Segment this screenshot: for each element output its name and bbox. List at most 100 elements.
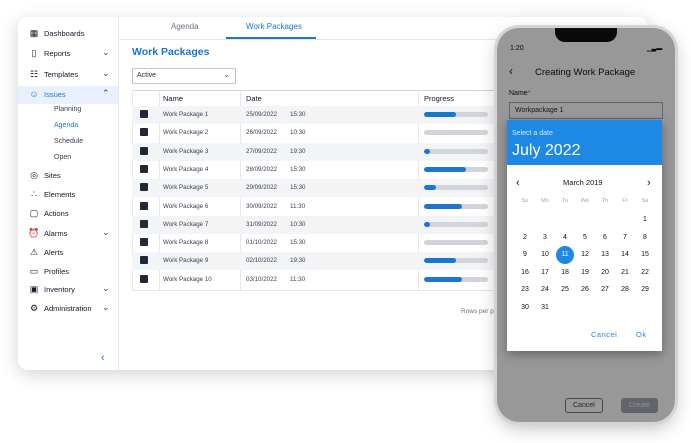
calendar-day[interactable]: 26: [576, 281, 594, 299]
calendar-day[interactable]: 5: [576, 229, 594, 247]
select-date-label: Select a date: [512, 130, 553, 137]
sidebar-item-templates[interactable]: ☷ Templates ⌄: [18, 66, 118, 84]
progress-fill: [424, 276, 463, 282]
work-package-date: 27/09/2022: [246, 147, 277, 155]
briefcase-icon: [140, 256, 148, 265]
column-header-name[interactable]: Name: [163, 94, 183, 103]
calendar-day[interactable]: 16: [516, 264, 534, 282]
calendar-day[interactable]: 24: [536, 281, 554, 299]
calendar-day[interactable]: 17: [536, 264, 554, 282]
sidebar-item-sites[interactable]: ◎ Sites: [18, 167, 118, 185]
calendar-day[interactable]: 28: [616, 281, 634, 299]
sidebar-item-label: Issues: [44, 90, 66, 99]
sidebar-item-alerts[interactable]: ⚠ Alerts: [18, 244, 118, 262]
sidebar-item-issues[interactable]: ☺ Issues ⌃: [18, 86, 118, 104]
sidebar-item-administration[interactable]: ⚙ Administration ⌄: [18, 300, 118, 318]
sidebar-item-profiles[interactable]: ▭ Profiles: [18, 263, 118, 281]
sidebar-item-alarms[interactable]: ⏰ Alarms ⌄: [18, 225, 118, 243]
sidebar-subitem-agenda[interactable]: Agenda: [54, 122, 78, 129]
calendar-day[interactable]: 25: [556, 281, 574, 299]
work-package-date: 01/10/2022: [246, 239, 277, 247]
elements-icon: ∴: [31, 188, 37, 199]
chevron-down-icon[interactable]: ⌄: [102, 302, 110, 313]
briefcase-icon: [140, 219, 148, 228]
work-package-name: Work Package 8: [163, 239, 209, 247]
chevron-up-icon[interactable]: ⌃: [102, 88, 110, 99]
calendar-day[interactable]: 8: [636, 229, 654, 247]
work-package-time: 10:30: [290, 220, 306, 228]
issues-icon: ☺: [29, 88, 39, 99]
calendar-day[interactable]: 9: [516, 246, 534, 264]
work-package-date: 02/10/2022: [246, 257, 277, 265]
tab-work-packages[interactable]: Work Packages: [246, 22, 302, 31]
sidebar-item-label: Dashboards: [44, 29, 85, 38]
chevron-down-icon[interactable]: ⌄: [102, 283, 110, 294]
progress-fill: [424, 185, 436, 191]
sidebar-item-reports[interactable]: ▯ Reports ⌄: [18, 45, 118, 63]
briefcase-icon: [140, 183, 148, 192]
calendar-day[interactable]: 15: [636, 246, 654, 264]
chevron-down-icon[interactable]: ⌄: [102, 227, 110, 238]
next-month-icon[interactable]: ›: [647, 177, 651, 189]
calendar-day[interactable]: 23: [516, 281, 534, 299]
sidebar-subitem-planning[interactable]: Planning: [54, 106, 81, 113]
calendar-day[interactable]: 6: [596, 229, 614, 247]
selected-month-display: July 2022: [512, 142, 581, 159]
date-picker-header: Select a date July 2022: [507, 120, 662, 165]
sidebar-item-inventory[interactable]: ▣ Inventory ⌄: [18, 281, 118, 299]
calendar-day[interactable]: 20: [596, 264, 614, 282]
calendar-day[interactable]: 30: [516, 299, 534, 317]
calendar-day[interactable]: 21: [616, 264, 634, 282]
collapse-sidebar-icon[interactable]: ‹: [101, 352, 105, 364]
active-tab-indicator: [226, 37, 316, 39]
date-picker-ok-button[interactable]: Ok: [636, 330, 647, 339]
calendar-day[interactable]: 27: [596, 281, 614, 299]
calendar-day[interactable]: 10: [536, 246, 554, 264]
location-pin-icon: ◎: [30, 169, 38, 180]
dashboard-icon: ▦: [29, 27, 39, 38]
work-package-date: 26/09/2022: [246, 129, 277, 137]
sidebar-item-dashboards[interactable]: ▦ Dashboards: [18, 25, 118, 43]
column-header-progress[interactable]: Progress: [424, 94, 454, 103]
sidebar-item-label: Templates: [44, 70, 79, 79]
column-header-date[interactable]: Date: [246, 94, 262, 103]
calendar-day[interactable]: 7: [616, 229, 634, 247]
calendar-day[interactable]: 22: [636, 264, 654, 282]
calendar-day[interactable]: 4: [556, 229, 574, 247]
calendar-day[interactable]: 3: [536, 229, 554, 247]
calendar-day[interactable]: 1: [636, 211, 654, 229]
sidebar-subitem-open[interactable]: Open: [54, 154, 71, 161]
weekday-label: We: [580, 198, 590, 204]
sidebar-item-elements[interactable]: ∴ Elements: [18, 186, 118, 204]
progress-bar: [424, 258, 488, 264]
calendar-day[interactable]: 12: [576, 246, 594, 264]
gear-icon: ⚙: [29, 302, 39, 313]
calendar-day[interactable]: 2: [516, 229, 534, 247]
inventory-icon: ▣: [29, 283, 39, 294]
calendar-day[interactable]: 14: [616, 246, 634, 264]
calendar-day[interactable]: 31: [536, 299, 554, 317]
sidebar-item-actions[interactable]: ▢ Actions: [18, 205, 118, 223]
status-filter-select[interactable]: Active ⌄: [132, 68, 236, 84]
status-filter-value: Active: [137, 72, 157, 79]
document-icon: ▯: [31, 47, 37, 58]
chevron-down-icon[interactable]: ⌄: [102, 68, 110, 79]
calendar-day[interactable]: 11: [556, 246, 574, 265]
previous-month-icon[interactable]: ‹: [516, 177, 520, 189]
progress-bar: [424, 166, 488, 172]
chevron-down-icon[interactable]: ⌄: [102, 47, 110, 58]
calendar-day[interactable]: 18: [556, 264, 574, 282]
sidebar-item-label: Alerts: [44, 248, 64, 257]
calendar-day[interactable]: 19: [576, 264, 594, 282]
work-package-time: 11:30: [290, 202, 306, 210]
tab-agenda[interactable]: Agenda: [171, 22, 199, 31]
work-package-date: 29/09/2022: [246, 184, 277, 192]
chevron-down-icon: ⌄: [223, 70, 230, 79]
date-picker-dialog: Select a date July 2022 ‹ March 2019 › S…: [507, 120, 662, 351]
calendar-day[interactable]: 13: [596, 246, 614, 264]
date-picker-cancel-button[interactable]: Cancel: [591, 330, 617, 339]
template-icon: ☷: [29, 68, 39, 79]
briefcase-icon: [140, 146, 148, 155]
calendar-day[interactable]: 29: [636, 281, 654, 299]
sidebar-subitem-schedule[interactable]: Schedule: [54, 138, 83, 145]
